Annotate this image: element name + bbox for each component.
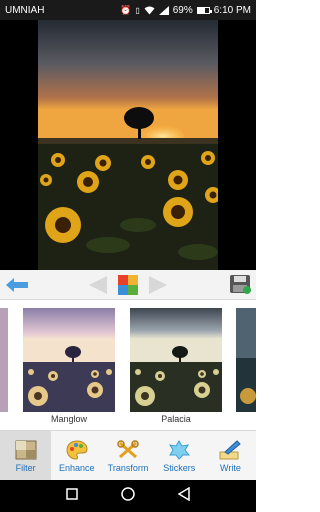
vibrate-icon: ▯ bbox=[135, 5, 140, 15]
filter-thumb-palacia[interactable] bbox=[130, 308, 222, 412]
prev-triangle-icon[interactable] bbox=[86, 272, 110, 298]
carrier-name: UMNIAH bbox=[5, 4, 45, 16]
tab-write[interactable]: Write bbox=[205, 431, 256, 480]
signal-icon bbox=[158, 5, 169, 15]
filter-label-manglow: Manglow bbox=[50, 414, 88, 424]
tab-label: Stickers bbox=[163, 462, 196, 473]
filter-thumb[interactable] bbox=[236, 308, 256, 412]
filter-thumb[interactable] bbox=[0, 308, 8, 412]
edit-toolbar bbox=[0, 270, 256, 300]
filter-label-palacia: Palacia bbox=[161, 414, 191, 424]
wifi-icon bbox=[144, 6, 155, 14]
transform-icon bbox=[116, 439, 140, 461]
clock: 6:10 PM bbox=[213, 4, 251, 16]
next-triangle-icon[interactable] bbox=[146, 272, 170, 298]
tab-stickers[interactable]: Stickers bbox=[154, 431, 205, 480]
compare-icon[interactable] bbox=[115, 272, 141, 298]
tab-label: Transform bbox=[107, 462, 149, 473]
tool-tab-bar: Filter Enhance Transform Stickers Write bbox=[0, 430, 256, 480]
filter-thumb-manglow[interactable] bbox=[23, 308, 115, 412]
battery-percent: 69% bbox=[172, 4, 193, 16]
palette-icon bbox=[65, 439, 89, 461]
system-nav-bar bbox=[0, 480, 256, 512]
home-icon[interactable] bbox=[121, 486, 135, 506]
tab-transform[interactable]: Transform bbox=[102, 431, 153, 480]
tab-label: Enhance bbox=[59, 462, 95, 473]
image-canvas bbox=[0, 20, 256, 270]
battery-icon bbox=[196, 6, 212, 14]
back-icon[interactable] bbox=[177, 486, 191, 506]
filter-icon bbox=[14, 439, 38, 461]
filter-strip: Manglow Palacia bbox=[0, 300, 256, 430]
write-icon bbox=[218, 439, 242, 461]
alarm-icon: ⏰ bbox=[120, 4, 132, 15]
sticker-icon bbox=[167, 439, 191, 461]
tab-filter[interactable]: Filter bbox=[0, 431, 52, 480]
tab-label: Write bbox=[219, 462, 241, 473]
tab-enhance[interactable]: Enhance bbox=[51, 431, 102, 480]
status-icons: ⏰ ▯ 69% 6:10 PM bbox=[120, 5, 251, 16]
save-icon[interactable] bbox=[228, 272, 254, 298]
edited-photo[interactable] bbox=[38, 20, 218, 270]
back-arrow-icon[interactable] bbox=[4, 272, 30, 298]
recents-icon[interactable] bbox=[65, 487, 78, 505]
status-bar: UMNIAH ⏰ ▯ 69% 6:10 PM bbox=[0, 0, 256, 20]
tab-label: Filter bbox=[15, 462, 36, 473]
